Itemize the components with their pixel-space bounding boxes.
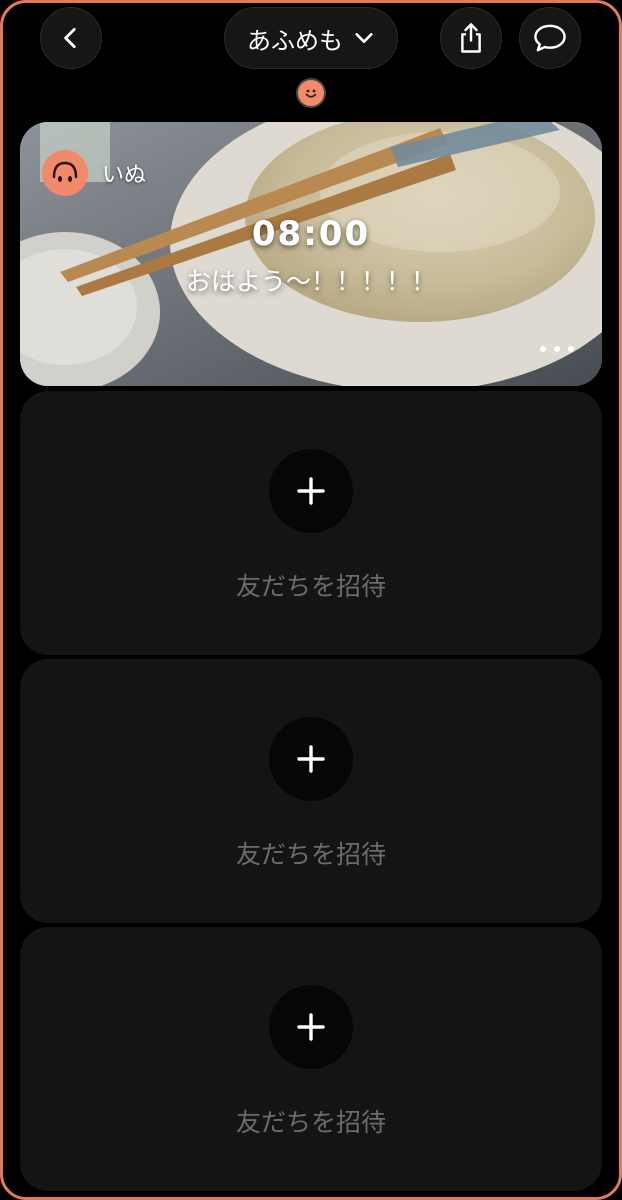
add-friend-button[interactable] xyxy=(269,717,353,801)
group-name: あふめも xyxy=(247,26,343,55)
chat-button[interactable] xyxy=(519,7,581,69)
smiley-icon xyxy=(52,161,78,182)
post-card[interactable]: いぬ 08:00 おはよう〜！！！！！ xyxy=(20,122,602,386)
author-avatar[interactable] xyxy=(42,150,88,196)
invite-slot[interactable]: 友だちを招待 xyxy=(20,927,602,1191)
more-dot xyxy=(568,346,574,352)
chevron-down-icon xyxy=(355,33,373,43)
member-avatar[interactable] xyxy=(296,78,326,108)
invite-slot[interactable]: 友だちを招待 xyxy=(20,659,602,923)
invite-slot[interactable]: 友だちを招待 xyxy=(20,391,602,655)
invite-label: 友だちを招待 xyxy=(235,840,386,869)
back-button[interactable] xyxy=(40,7,102,69)
add-friend-button[interactable] xyxy=(269,985,353,1069)
more-dot xyxy=(540,346,546,352)
post-time: 08:00 xyxy=(251,214,371,254)
smiley-icon xyxy=(305,89,317,98)
chat-bubble-icon xyxy=(534,24,566,52)
post-author[interactable]: いぬ xyxy=(42,150,146,196)
more-options-button[interactable] xyxy=(540,342,574,356)
plus-icon xyxy=(297,745,325,773)
chevron-left-icon xyxy=(64,27,76,49)
invite-label: 友だちを招待 xyxy=(235,1108,386,1137)
post-caption: おはよう〜！！！！！ xyxy=(185,267,436,296)
share-button[interactable] xyxy=(440,7,502,69)
more-dot xyxy=(554,346,560,352)
share-icon xyxy=(461,23,481,53)
plus-icon xyxy=(297,1013,325,1041)
add-friend-button[interactable] xyxy=(269,449,353,533)
invite-label: 友だちを招待 xyxy=(235,572,386,601)
author-name: いぬ xyxy=(102,163,147,188)
plus-icon xyxy=(297,477,325,505)
group-selector[interactable]: あふめも xyxy=(224,7,398,69)
